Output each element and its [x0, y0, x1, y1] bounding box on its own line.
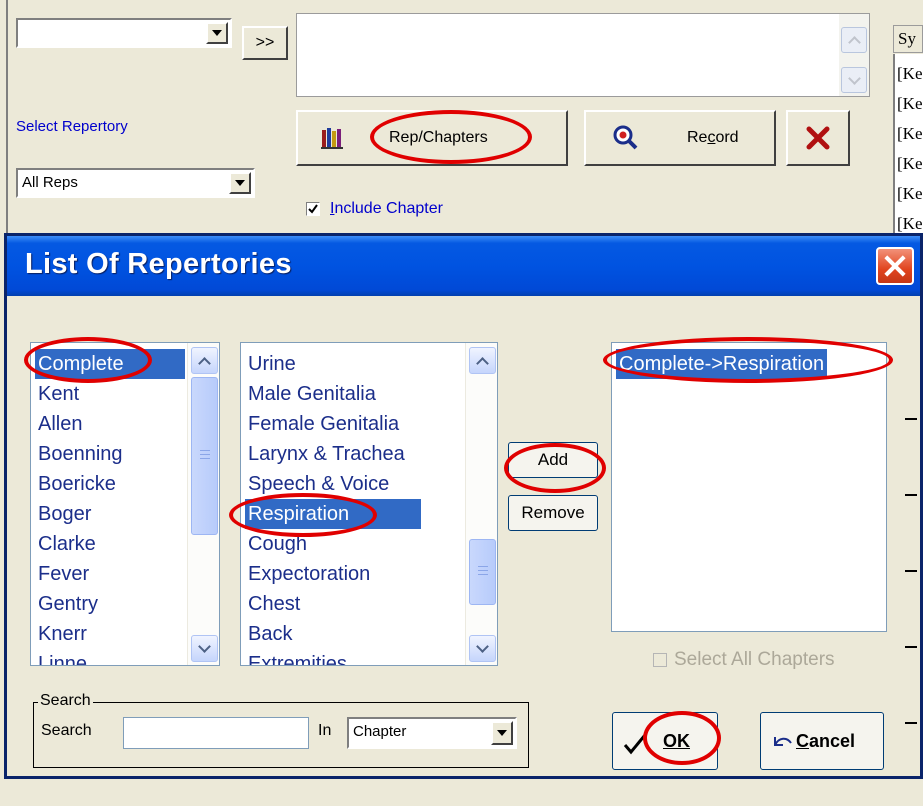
- include-chapter-box[interactable]: [306, 202, 320, 216]
- rep-chapters-label: Rep/Chapters: [389, 129, 488, 146]
- symptom-row[interactable]: [Ke: [897, 94, 922, 114]
- list-item[interactable]: Allen: [35, 409, 85, 439]
- dialog-client: Complete Kent Allen Boenning Boericke Bo…: [7, 296, 920, 776]
- list-item[interactable]: Respiration: [245, 499, 421, 529]
- add-button[interactable]: Add: [508, 442, 598, 478]
- list-item[interactable]: Linne: [35, 649, 90, 665]
- repertory-combo[interactable]: All Reps: [16, 168, 255, 198]
- scroll-thumb[interactable]: [191, 377, 218, 535]
- add-label: Add: [537, 450, 569, 469]
- dialog-titlebar[interactable]: List Of Repertories: [7, 236, 920, 296]
- scroll-up-icon[interactable]: [191, 347, 218, 374]
- remove-label: Remove: [521, 503, 585, 522]
- underlying-window-fragment: [905, 386, 917, 806]
- symptom-row[interactable]: [Ke: [897, 64, 922, 84]
- books-icon: [321, 128, 343, 149]
- notes-memo[interactable]: [296, 13, 870, 97]
- scroll-up-icon[interactable]: [841, 27, 867, 53]
- select-all-chapters-label: Select All Chapters: [674, 649, 835, 670]
- close-icon[interactable]: [876, 247, 914, 285]
- symptom-row[interactable]: [Ke: [897, 124, 922, 144]
- symptom-list[interactable]: [Ke [Ke [Ke [Ke [Ke [Ke: [893, 54, 923, 235]
- search-record-icon: [613, 125, 638, 150]
- dialog-title: List Of Repertories: [25, 248, 292, 280]
- ok-button[interactable]: OK: [612, 712, 718, 770]
- record-button[interactable]: Record: [584, 110, 776, 166]
- symptom-header: Sy: [893, 25, 923, 53]
- list-item[interactable]: Chest: [245, 589, 303, 619]
- repertory-combo-value: All Reps: [22, 174, 78, 191]
- checkmark-icon: [623, 734, 647, 755]
- list-item[interactable]: Extremities: [245, 649, 350, 665]
- list-item[interactable]: Kent: [35, 379, 82, 409]
- scroll-down-icon[interactable]: [191, 635, 218, 662]
- list-item[interactable]: Expectoration: [245, 559, 373, 589]
- symptom-row[interactable]: [Ke: [897, 214, 922, 234]
- chevron-down-icon[interactable]: [491, 721, 513, 745]
- list-item[interactable]: Back: [245, 619, 295, 649]
- expand-button-label: >>: [255, 34, 275, 51]
- scroll-down-icon[interactable]: [841, 67, 867, 93]
- list-of-repertories-dialog: List Of Repertories Complete Kent Allen …: [4, 233, 923, 779]
- search-in-value: Chapter: [353, 723, 407, 740]
- list-item[interactable]: Urine: [245, 349, 299, 379]
- search-in-label: In: [318, 722, 332, 739]
- chevron-down-icon[interactable]: [206, 22, 228, 44]
- list-item[interactable]: Complete: [35, 349, 185, 379]
- rep-chapters-button[interactable]: Rep/Chapters: [296, 110, 568, 166]
- chapter-list[interactable]: Urine Male Genitalia Female Genitalia La…: [240, 342, 498, 666]
- scroll-thumb[interactable]: [469, 539, 496, 605]
- list-item[interactable]: Clarke: [35, 529, 99, 559]
- ok-label: OK: [663, 731, 690, 751]
- list-item[interactable]: Boericke: [35, 469, 119, 499]
- select-all-chapters-box[interactable]: [653, 653, 667, 667]
- chapter-list-scrollbar[interactable]: [465, 343, 497, 665]
- list-item[interactable]: Female Genitalia: [245, 409, 402, 439]
- list-item[interactable]: Speech & Voice: [245, 469, 392, 499]
- search-group-label: Search: [38, 692, 93, 710]
- chevron-down-icon[interactable]: [229, 172, 251, 194]
- search-input[interactable]: [123, 717, 309, 749]
- list-item[interactable]: Larynx & Trachea: [245, 439, 408, 469]
- checkmark-icon: [308, 204, 318, 214]
- cancel-label: Cancel: [796, 731, 856, 751]
- list-item[interactable]: Male Genitalia: [245, 379, 379, 409]
- list-item[interactable]: Cough: [245, 529, 310, 559]
- repertory-list-scrollbar[interactable]: [187, 343, 219, 665]
- symptom-row[interactable]: [Ke: [897, 154, 922, 174]
- list-item[interactable]: Complete->Respiration: [616, 349, 828, 379]
- search-group: Search Search In Chapter: [33, 692, 529, 768]
- record-label: Record: [687, 129, 739, 146]
- list-item[interactable]: Gentry: [35, 589, 101, 619]
- left-border-line: [6, 0, 8, 235]
- red-x-icon: [806, 126, 830, 150]
- cancel-button[interactable]: Cancel: [760, 712, 884, 770]
- select-repertory-label: Select Repertory: [16, 118, 128, 135]
- memo-scrollbar[interactable]: [839, 14, 869, 96]
- list-item[interactable]: Fever: [35, 559, 92, 589]
- delete-button[interactable]: [786, 110, 850, 166]
- remove-button[interactable]: Remove: [508, 495, 598, 531]
- search-in-combo[interactable]: Chapter: [347, 717, 517, 749]
- top-combo[interactable]: [16, 18, 232, 48]
- symptom-header-label: Sy: [898, 29, 916, 48]
- scroll-up-icon[interactable]: [469, 347, 496, 374]
- list-item[interactable]: Boger: [35, 499, 94, 529]
- scroll-down-icon[interactable]: [469, 635, 496, 662]
- selected-list[interactable]: Complete->Respiration: [611, 342, 887, 632]
- undo-arrow-icon: [774, 737, 792, 746]
- list-item[interactable]: Knerr: [35, 619, 90, 649]
- search-field-label: Search: [41, 722, 92, 739]
- expand-button[interactable]: >>: [242, 26, 288, 60]
- symptom-row[interactable]: [Ke: [897, 184, 922, 204]
- list-item[interactable]: Boenning: [35, 439, 126, 469]
- repertory-list[interactable]: Complete Kent Allen Boenning Boericke Bo…: [30, 342, 220, 666]
- include-chapter-label: Include Chapter: [330, 200, 443, 217]
